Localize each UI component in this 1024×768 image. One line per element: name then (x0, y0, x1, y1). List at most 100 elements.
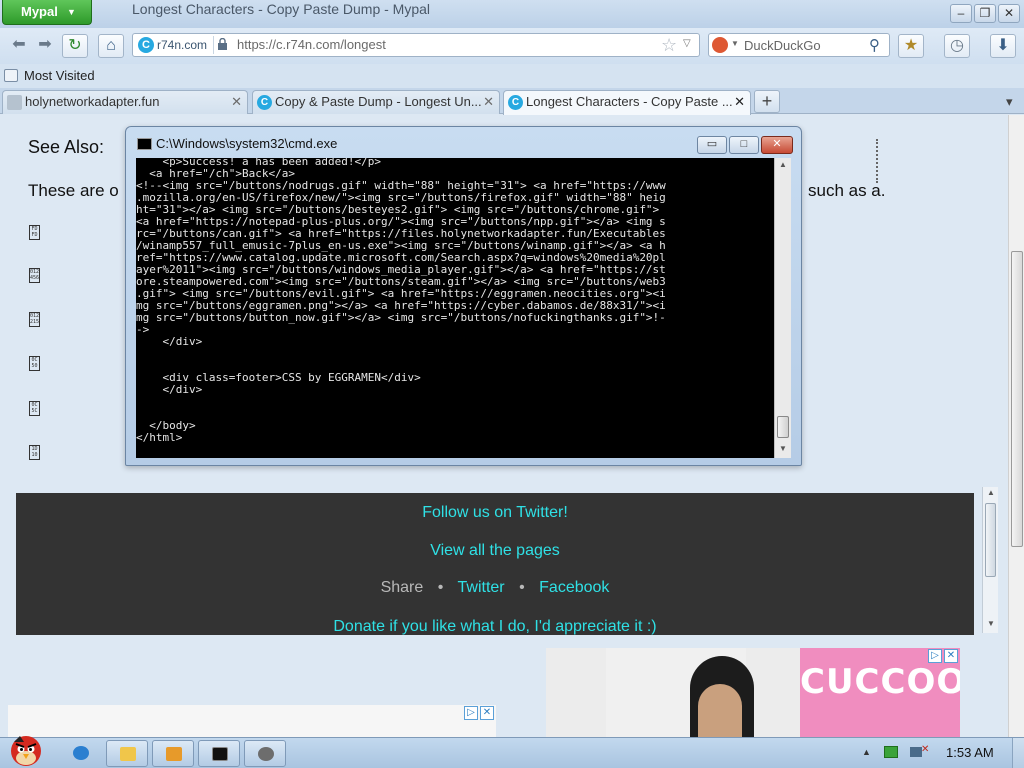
close-ad-icon[interactable]: ✕ (480, 706, 494, 720)
advertisement-banner[interactable]: CUCCOO ▷ ✕ (546, 648, 960, 737)
back-button[interactable]: ⬅ (6, 34, 32, 58)
reload-icon: ↻ (68, 37, 82, 54)
search-bar[interactable]: ▼ DuckDuckGo ⚲ (708, 33, 890, 57)
scrollbar-thumb[interactable] (1011, 251, 1023, 547)
tab-holynetworkadapter[interactable]: holynetworkadapter.fun ✕ (2, 90, 248, 114)
lock-icon (218, 38, 227, 50)
tab-label: holynetworkadapter.fun (25, 94, 160, 109)
see-also-heading: See Also: (28, 137, 105, 157)
minimize-button[interactable]: – (950, 4, 972, 23)
scrollbar-thumb[interactable] (777, 416, 789, 438)
intro-text-end: such as a. (808, 181, 886, 200)
cmd-close-button[interactable]: ✕ (761, 136, 793, 154)
taskbar-item[interactable] (244, 740, 286, 767)
character-glyph[interactable]: 012 215 (29, 312, 40, 327)
separator-dot: • (519, 579, 525, 596)
bookmark-star-icon[interactable]: ☆ (661, 35, 677, 56)
character-glyph[interactable]: 0C 50 (29, 356, 40, 371)
chevron-down-icon: ▼ (67, 7, 76, 17)
bookmarks-star-icon: ★ (903, 37, 919, 54)
scroll-up-icon[interactable]: ▲ (779, 160, 787, 169)
console-output[interactable]: <p>Success! a has been added!</p> <a hre… (136, 158, 774, 458)
show-desktop-button[interactable] (1012, 738, 1024, 768)
intro-text: These are o (28, 181, 119, 200)
character-glyph[interactable]: FD FD (29, 225, 40, 240)
ad-photo (606, 648, 754, 737)
magnifier-icon[interactable]: ⚲ (869, 36, 880, 54)
site-identity-label: r74n.com (157, 38, 208, 52)
cmd-scrollbar[interactable]: ▲ ▼ (774, 158, 791, 458)
advertisement-banner-bottom[interactable]: ▷ ✕ (8, 705, 496, 737)
tab-copy-paste-dump[interactable]: C Copy & Paste Dump - Longest Un... ✕ (252, 90, 500, 114)
history-button[interactable]: ◷ (944, 34, 970, 58)
site-identity-button[interactable]: C r74n.com (135, 36, 215, 54)
scrollbar-thumb[interactable] (985, 503, 996, 577)
list-all-tabs-button[interactable]: ▾ (1006, 94, 1013, 110)
tab-strip: holynetworkadapter.fun ✕ C Copy & Paste … (0, 88, 1024, 115)
url-dropdown-icon[interactable]: ▽ (683, 38, 691, 49)
page-scrollbar[interactable] (1008, 115, 1024, 737)
search-input[interactable]: DuckDuckGo (744, 38, 821, 53)
share-twitter-link[interactable]: Twitter (458, 579, 505, 596)
bookmarks-toolbar: Most Visited (0, 64, 1024, 88)
follow-twitter-link[interactable]: Follow us on Twitter! (16, 504, 974, 522)
reload-button[interactable]: ↻ (62, 34, 88, 58)
home-icon: ⌂ (106, 37, 116, 54)
separator-dot: • (437, 579, 444, 596)
cmd-maximize-button[interactable]: □ (729, 136, 759, 154)
footer-scrollbar[interactable]: ▲ ▼ (982, 487, 998, 633)
show-hidden-icons-icon[interactable]: ▲ (862, 747, 871, 757)
muted-icon: ✕ (921, 744, 930, 755)
scroll-down-icon[interactable]: ▼ (987, 619, 995, 628)
restore-button[interactable]: ❐ (974, 4, 996, 23)
url-bar[interactable]: C r74n.com https://c.r74n.com/longest ☆ … (132, 33, 700, 57)
cmd-icon (137, 138, 152, 150)
app-menu-label: Mypal (21, 4, 58, 19)
folder-icon (120, 747, 136, 761)
downloads-button[interactable]: ⬇ (990, 34, 1016, 58)
character-glyph[interactable]: 1D 10 (29, 445, 40, 460)
donate-link[interactable]: Donate if you like what I do, I'd apprec… (16, 618, 974, 636)
app-menu-button[interactable]: Mypal ▼ (2, 0, 92, 25)
close-icon[interactable]: ✕ (734, 91, 745, 113)
ad-brand-logo: CUCCOO (800, 662, 960, 702)
taskbar-item[interactable] (106, 740, 148, 767)
bookmarks-menu-button[interactable]: ★ (898, 34, 924, 58)
start-button[interactable] (6, 732, 46, 768)
close-icon[interactable]: ✕ (483, 91, 494, 113)
page-icon (7, 95, 22, 110)
home-button[interactable]: ⌂ (98, 34, 124, 58)
window-title: Longest Characters - Copy Paste Dump - M… (132, 1, 431, 17)
character-glyph[interactable]: 012 456 (29, 268, 40, 283)
adchoices-icon[interactable]: ▷ (928, 649, 942, 663)
scroll-down-icon[interactable]: ▼ (779, 444, 787, 453)
close-icon[interactable]: ✕ (231, 91, 242, 113)
taskbar-item[interactable] (152, 740, 194, 767)
tab-longest-characters[interactable]: C Longest Characters - Copy Paste ... ✕ (503, 90, 751, 115)
taskbar-clock[interactable]: 1:53 AM (946, 745, 994, 760)
cmd-minimize-button[interactable]: ▭ (697, 136, 727, 154)
clock-icon: ◷ (950, 37, 964, 54)
taskbar-item[interactable] (198, 740, 240, 767)
forward-button[interactable]: ➡ (32, 34, 58, 58)
search-engine-dropdown-icon[interactable]: ▼ (731, 39, 739, 48)
adchoices-icon[interactable]: ▷ (464, 706, 478, 720)
duckduckgo-icon[interactable] (712, 37, 728, 53)
url-text[interactable]: https://c.r74n.com/longest (237, 37, 386, 52)
scroll-up-icon[interactable]: ▲ (987, 488, 995, 497)
taskbar-item[interactable] (60, 740, 102, 767)
page-footer: Follow us on Twitter! View all the pages… (16, 493, 974, 635)
console-text: <p>Success! a has been added!</p> <a hre… (136, 158, 666, 444)
tall-character-glyph (876, 139, 882, 183)
character-glyph[interactable]: 0C 5C (29, 401, 40, 416)
network-icon[interactable] (884, 746, 898, 758)
internet-explorer-icon (73, 746, 89, 760)
close-window-button[interactable]: ✕ (998, 4, 1020, 23)
site-favicon-icon: C (257, 95, 272, 110)
new-tab-button[interactable]: + (754, 90, 780, 113)
bookmark-most-visited[interactable]: Most Visited (4, 68, 95, 83)
view-all-pages-link[interactable]: View all the pages (16, 542, 974, 560)
close-ad-icon[interactable]: ✕ (944, 649, 958, 663)
cmd-window[interactable]: C:\Windows\system32\cmd.exe ▭ □ ✕ <p>Suc… (125, 126, 802, 466)
share-facebook-link[interactable]: Facebook (539, 579, 609, 596)
